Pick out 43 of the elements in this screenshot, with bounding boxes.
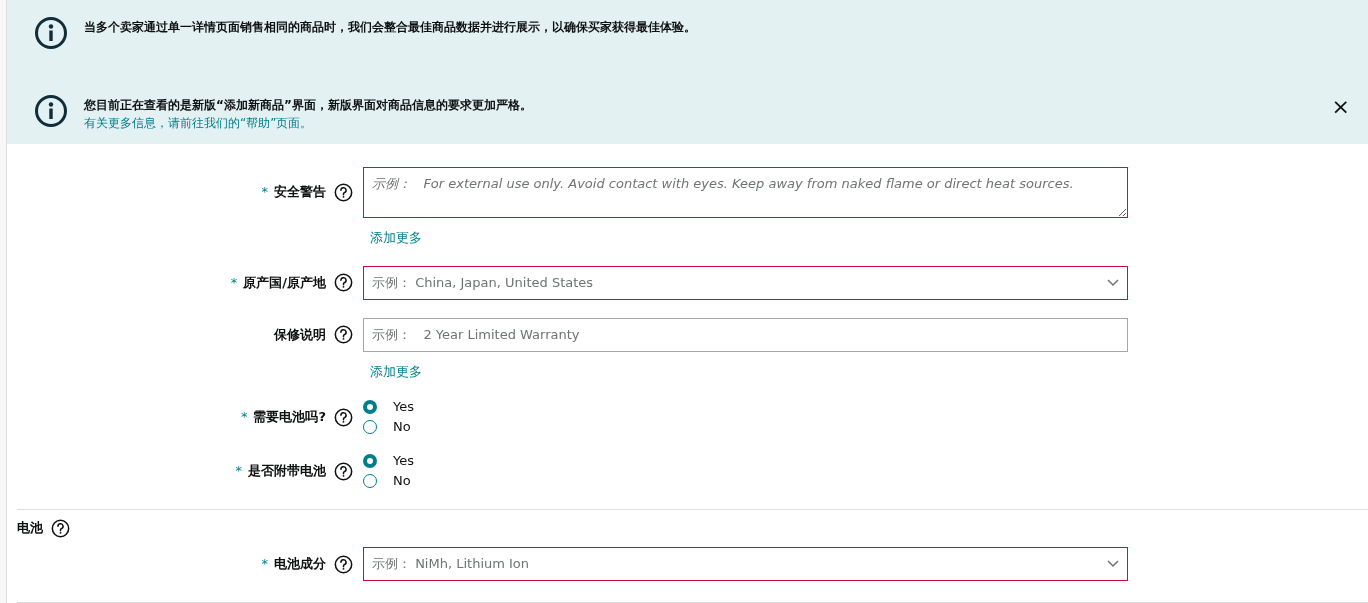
radio-option[interactable]: No: [363, 473, 414, 489]
radio-button[interactable]: [363, 454, 377, 468]
help-icon[interactable]: [334, 407, 353, 427]
radio-option[interactable]: Yes: [363, 399, 414, 415]
radio-button[interactable]: [363, 400, 377, 414]
required-asterisk: *: [261, 555, 268, 574]
chevron-down-icon: [1107, 278, 1119, 287]
info-icon: [34, 94, 68, 128]
help-icon[interactable]: [334, 554, 353, 574]
required-asterisk: *: [230, 273, 238, 292]
close-button[interactable]: ×: [1331, 96, 1350, 118]
required-asterisk: *: [240, 408, 248, 427]
field-label: 安全警告: [274, 183, 326, 202]
field-label: 需要电池吗?: [253, 408, 326, 427]
add-more-link[interactable]: 添加更多: [370, 361, 422, 381]
required-asterisk: *: [235, 462, 242, 481]
required-asterisk: *: [261, 183, 268, 202]
add-more-link[interactable]: 添加更多: [370, 228, 422, 248]
help-page-link[interactable]: 有关更多信息，请前往我们的“帮助”页面。: [84, 114, 313, 132]
field-label: 是否附带电池: [248, 462, 326, 481]
section-title: 电池: [17, 519, 43, 538]
help-icon[interactable]: [334, 273, 353, 292]
chevron-down-icon: [1107, 560, 1119, 568]
help-icon[interactable]: [51, 518, 70, 538]
alert-message: 您目前正在查看的是新版“添加新商品”界面，新版界面对商品信息的要求更加严格。: [84, 97, 533, 114]
field-label: 电池成分: [274, 555, 326, 574]
info-icon: [34, 16, 68, 50]
radio-option[interactable]: No: [363, 419, 414, 435]
field-label: 保修说明: [274, 325, 326, 344]
radio-button[interactable]: [363, 420, 377, 434]
text-field[interactable]: 示例： 2 Year Limited Warranty: [363, 317, 1128, 352]
select-placeholder: 示例： China, Japan, United States: [372, 273, 594, 292]
help-icon[interactable]: [334, 461, 353, 481]
help-icon[interactable]: [334, 325, 353, 344]
alert-message: 当多个卖家通过单一详情页面销售相同的商品时，我们会整合最佳商品数据并进行展示，以确保买家获得最佳体验。: [84, 19, 697, 36]
select-field[interactable]: 示例： NiMh, Lithium Ion: [363, 547, 1128, 581]
help-icon[interactable]: [334, 182, 353, 202]
field-label: 原产国/原产地: [243, 273, 326, 292]
select-field[interactable]: 示例： China, Japan, United States: [363, 265, 1128, 300]
radio-option[interactable]: Yes: [363, 453, 414, 469]
safety-warning-field[interactable]: 示例： For external use only. Avoid contact with eyes. Keep away from naked flame or direct heat sources.: [363, 167, 1128, 218]
select-placeholder: 示例： NiMh, Lithium Ion: [372, 555, 530, 574]
radio-button[interactable]: [363, 474, 377, 488]
